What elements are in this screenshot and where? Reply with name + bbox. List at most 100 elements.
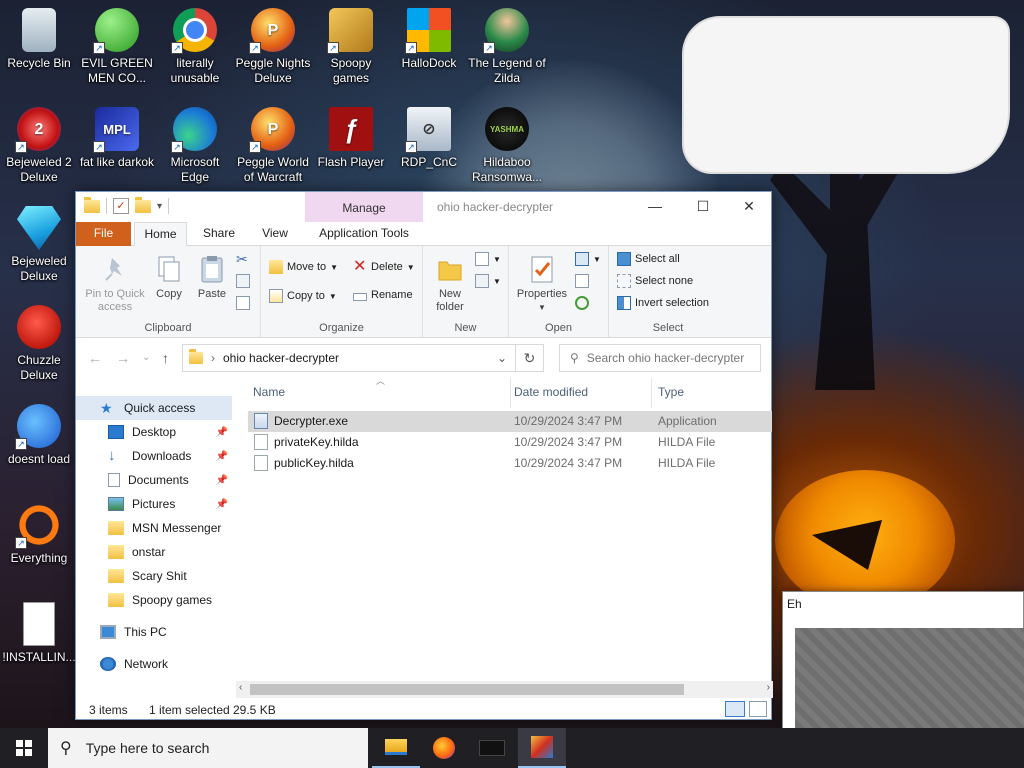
- large-icons-view-icon[interactable]: [749, 701, 767, 717]
- desktop-icon-hallodock[interactable]: ↗ HalloDock: [390, 8, 468, 71]
- paste-button[interactable]: Paste: [192, 254, 232, 301]
- desktop-icon-everything[interactable]: ↗ Everything: [0, 503, 78, 566]
- invert-selection-button[interactable]: Invert selection: [617, 296, 709, 310]
- minimize-button[interactable]: —: [632, 192, 678, 220]
- properties-quick-button[interactable]: ✓: [113, 198, 129, 214]
- column-divider[interactable]: [651, 378, 652, 408]
- pin-icon: [100, 254, 130, 284]
- file-row[interactable]: publicKey.hilda 10/29/2024 3:47 PM HILDA…: [248, 453, 772, 474]
- column-divider[interactable]: [510, 378, 511, 408]
- column-type[interactable]: Type: [658, 385, 684, 399]
- edit-button[interactable]: [575, 274, 589, 288]
- select-none-button[interactable]: Select none: [617, 274, 693, 288]
- taskbar-search-input[interactable]: Type here to search: [86, 740, 210, 756]
- move-to-button[interactable]: Move to ▼: [269, 260, 338, 274]
- nav-item-onstar[interactable]: onstar: [76, 540, 232, 564]
- bejeweled-2-icon: 2 ↗: [15, 107, 61, 153]
- open-button[interactable]: ▼: [575, 252, 601, 266]
- desktop-icon-recycle-bin[interactable]: Recycle Bin: [0, 8, 78, 71]
- desktop-icon-doesnt-load[interactable]: ↗ doesnt load: [0, 404, 78, 467]
- copy-label: Copy: [156, 288, 182, 300]
- copy-button[interactable]: Copy: [152, 254, 186, 301]
- breadcrumb-current[interactable]: ohio hacker-decrypter: [223, 351, 339, 365]
- desktop-icon-installing[interactable]: !INSTALLIN...: [0, 602, 78, 665]
- easy-access-button[interactable]: ▼: [475, 274, 501, 288]
- history-button[interactable]: [575, 296, 589, 310]
- desktop-icon-rdp-cnc[interactable]: ⊘ ↗ RDP_CnC: [390, 107, 468, 170]
- nav-item-downloads[interactable]: ↓ Downloads 📌: [76, 444, 232, 468]
- desktop-icon-hildaboo[interactable]: YASHMA Hildaboo Ransomwa...: [468, 107, 546, 185]
- details-view-icon[interactable]: [725, 701, 745, 717]
- properties-button[interactable]: Properties ▼: [513, 254, 571, 314]
- nav-item-quick-access[interactable]: ★ Quick access: [76, 396, 232, 420]
- qat-customize-icon[interactable]: ▾: [157, 201, 162, 212]
- desktop-icon-chuzzle[interactable]: Chuzzle Deluxe: [0, 305, 78, 383]
- address-dropdown-icon[interactable]: ⌄: [497, 351, 507, 365]
- select-all-button[interactable]: Select all: [617, 252, 680, 266]
- nav-item-pictures[interactable]: Pictures 📌: [76, 492, 232, 516]
- new-item-button[interactable]: ▼: [475, 252, 501, 266]
- column-name[interactable]: Name: [253, 385, 285, 399]
- recent-locations-icon[interactable]: ⌄: [142, 352, 150, 363]
- new-folder-quick-icon[interactable]: [135, 196, 151, 213]
- new-folder-button[interactable]: New folder: [429, 254, 471, 314]
- scrollbar-thumb[interactable]: [250, 684, 684, 695]
- maximize-button[interactable]: ☐: [680, 192, 726, 220]
- delete-button[interactable]: ✕ Delete ▼: [353, 259, 415, 275]
- tab-manage[interactable]: Manage: [305, 192, 423, 222]
- copy-to-button[interactable]: Copy to ▼: [269, 289, 337, 303]
- nav-item-network[interactable]: Network: [76, 652, 232, 676]
- back-arrow-icon[interactable]: ←: [88, 350, 102, 366]
- taskbar-file-explorer[interactable]: [372, 728, 420, 768]
- desktop-icon-green-men[interactable]: ↗ EVIL GREEN MEN CO...: [78, 8, 156, 86]
- new-item-icon: [475, 252, 489, 266]
- tab-file[interactable]: File: [76, 222, 131, 246]
- desktop-icon-flash-player[interactable]: ƒ Flash Player: [312, 107, 390, 170]
- nav-item-spoopy-games[interactable]: Spoopy games: [76, 588, 232, 612]
- active-app-icon: [531, 736, 553, 758]
- taskbar-search[interactable]: ⚲ Type here to search: [48, 728, 368, 768]
- scroll-left-icon[interactable]: ‹: [239, 682, 242, 693]
- tab-share[interactable]: Share: [192, 222, 246, 246]
- nav-item-desktop[interactable]: Desktop 📌: [76, 420, 232, 444]
- cut-button[interactable]: ✂: [236, 252, 250, 266]
- nav-item-scary-shit[interactable]: Scary Shit: [76, 564, 232, 588]
- desktop-icon-edge[interactable]: ↗ Microsoft Edge: [156, 107, 234, 185]
- rename-button[interactable]: Rename: [353, 289, 413, 301]
- copy-path-button[interactable]: [236, 274, 250, 288]
- search-input[interactable]: Search ohio hacker-decrypter: [587, 351, 744, 365]
- column-date-modified[interactable]: Date modified: [514, 385, 588, 399]
- close-button[interactable]: ✕: [726, 192, 772, 220]
- taskbar-app-dark[interactable]: [468, 728, 516, 768]
- nav-item-this-pc[interactable]: This PC: [76, 620, 232, 644]
- desktop-icon-literally-unusable[interactable]: ↗ literally unusable: [156, 8, 234, 86]
- search-box[interactable]: ⚲ Search ohio hacker-decrypter: [559, 344, 761, 372]
- scroll-right-icon[interactable]: ›: [767, 682, 770, 693]
- pin-to-quick-access-button[interactable]: Pin to Quick access: [80, 254, 150, 314]
- desktop-icon-bejeweled-2[interactable]: 2 ↗ Bejeweled 2 Deluxe: [0, 107, 78, 185]
- copy-path-icon: [236, 274, 250, 288]
- address-bar[interactable]: › ohio hacker-decrypter ⌄: [182, 344, 516, 372]
- paste-shortcut-button[interactable]: [236, 296, 250, 310]
- forward-arrow-icon[interactable]: →: [116, 350, 130, 366]
- tab-view[interactable]: View: [250, 222, 300, 246]
- desktop-icon-zilda[interactable]: ↗ The Legend of Zilda: [468, 8, 546, 86]
- desktop-icon-peggle-nights[interactable]: P ↗ Peggle Nights Deluxe: [234, 8, 312, 86]
- horizontal-scrollbar[interactable]: ‹ ›: [236, 681, 773, 698]
- taskbar-active-app[interactable]: [518, 728, 566, 768]
- file-row[interactable]: privateKey.hilda 10/29/2024 3:47 PM HILD…: [248, 432, 772, 453]
- desktop-icon-bejeweled[interactable]: Bejeweled Deluxe: [0, 206, 78, 284]
- up-arrow-icon[interactable]: ↑: [162, 350, 169, 366]
- taskbar-firefox[interactable]: [420, 728, 468, 768]
- desktop-icon-peggle-wow[interactable]: P ↗ Peggle World of Warcraft: [234, 107, 312, 185]
- nav-item-documents[interactable]: Documents 📌: [76, 468, 232, 492]
- nav-item-label: onstar: [132, 545, 166, 559]
- desktop-icon-spoopy-games[interactable]: ↗ Spoopy games: [312, 8, 390, 86]
- file-row[interactable]: Decrypter.exe 10/29/2024 3:47 PM Applica…: [248, 411, 772, 432]
- desktop-icon-fat-like-darkok[interactable]: MPL ↗ fat like darkok: [78, 107, 156, 170]
- nav-item-msn-messenger[interactable]: MSN Messenger: [76, 516, 232, 540]
- start-button[interactable]: [0, 728, 48, 768]
- refresh-button[interactable]: ↻: [516, 344, 544, 372]
- tab-application-tools[interactable]: Application Tools: [305, 222, 423, 246]
- tab-home[interactable]: Home: [134, 222, 187, 247]
